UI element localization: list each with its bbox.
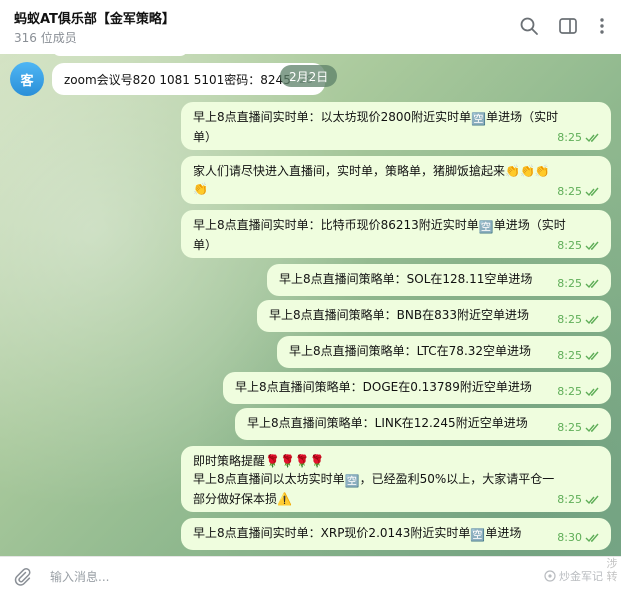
message-text: 早上8点直播间策略单：LINK在12.245附近空单进场: [247, 416, 528, 430]
message-text: 早上8点直播间策略单：LTC在78.32空单进场: [289, 344, 532, 358]
message-text: 早上8点直播间实时单：以太坊现价2800附近实时单: [193, 110, 472, 124]
double-check-icon: [585, 533, 599, 543]
double-check-icon: [585, 241, 599, 251]
emoji: 🈳: [344, 474, 360, 488]
message-bubble[interactable]: 早上8点直播间实时单：以太坊现价2800附近实时单🈳单进场（实时 单） 8:25: [181, 102, 611, 150]
emoji: 🈳: [470, 528, 486, 542]
double-check-icon: [585, 279, 599, 289]
member-count: 316 位成员: [14, 31, 77, 45]
chat-title[interactable]: 蚂蚁AT俱乐部【金军策略】: [14, 8, 175, 27]
double-check-icon: [585, 133, 599, 143]
chat-header[interactable]: 蚂蚁AT俱乐部【金军策略】 316 位成员: [0, 0, 621, 54]
emoji: 🈳: [478, 220, 494, 234]
message-list[interactable]: 客 zoom会议号820 1081 5101密码：8245 28 2月2日 早上…: [0, 54, 621, 556]
message-bubble[interactable]: 家人们请尽快进入直播间，实时单，策略单，猪脚饭搶起来👏👏👏 👏 8:25: [181, 156, 611, 204]
watermark-logo-icon: [544, 570, 556, 582]
watermark: 炒金军记: [544, 568, 603, 584]
message-composer: 输入消息... 炒金军记 涉 转: [0, 556, 621, 593]
double-check-icon: [585, 315, 599, 325]
previous-message-bubble: [52, 54, 188, 56]
message-text: 早上8点直播间策略单：DOGE在0.13789附近空单进场: [235, 380, 532, 394]
message-bubble[interactable]: 早上8点直播间策略单：BNB在833附近空单进场 8:25: [257, 300, 611, 332]
message-bubble[interactable]: 即时策略提醒🌹🌹🌹🌹 早上8点直播间以太坊实时单🈳，已经盈利50%以上，大家请平…: [181, 446, 611, 512]
message-text: 单进场: [485, 526, 522, 540]
message-bubble[interactable]: 早上8点直播间实时单：比特币现价86213附近实时单🈳单进场（实时 单） 8:2…: [181, 210, 611, 258]
search-icon[interactable]: [518, 15, 540, 37]
message-time: 8:25: [557, 385, 582, 398]
paperclip-icon[interactable]: [12, 566, 32, 586]
message-time: 8:30: [557, 531, 582, 544]
message-input[interactable]: 输入消息...: [50, 565, 510, 587]
message-bubble[interactable]: 早上8点直播间实时单：XRP现价2.0143附近实时单🈳单进场 8:30: [181, 518, 611, 550]
more-vertical-icon[interactable]: [591, 15, 613, 37]
message-text: zoom会议号820 1081 5101密码：8245: [64, 72, 291, 87]
message-text: 早上8点直播间实时单：XRP现价2.0143附近实时单: [193, 526, 471, 540]
message-bubble[interactable]: 早上8点直播间策略单：LTC在78.32空单进场 8:25: [277, 336, 611, 368]
message-text: 即时策略提醒🌹🌹🌹🌹 早上8点直播间以太坊实时单: [193, 454, 345, 486]
message-time: 8:25: [557, 131, 582, 144]
sidebar-toggle-icon[interactable]: [557, 15, 579, 37]
message-time: 8:25: [557, 421, 582, 434]
message-bubble[interactable]: 早上8点直播间策略单：LINK在12.245附近空单进场 8:25: [235, 408, 611, 440]
double-check-icon: [585, 387, 599, 397]
message-time: 8:25: [557, 493, 582, 506]
date-separator: 2月2日: [280, 65, 338, 87]
double-check-icon: [585, 187, 599, 197]
double-check-icon: [585, 423, 599, 433]
message-bubble[interactable]: 早上8点直播间策略单：DOGE在0.13789附近空单进场 8:25: [223, 372, 611, 404]
message-time: 8:25: [557, 313, 582, 326]
emoji: 🈳: [471, 112, 487, 126]
side-watermark: 涉 转: [606, 557, 618, 583]
watermark-text: 炒金军记: [559, 570, 603, 583]
message-time: 8:25: [557, 185, 582, 198]
message-text: 家人们请尽快进入直播间，实时单，策略单，猪脚饭搶起来: [193, 164, 506, 178]
message-text: 早上8点直播间策略单：BNB在833附近空单进场: [269, 308, 529, 322]
message-text: 早上8点直播间策略单：SOL在128.11空单进场: [279, 272, 533, 286]
double-check-icon: [585, 495, 599, 505]
message-time: 8:25: [557, 349, 582, 362]
avatar[interactable]: 客: [10, 62, 44, 96]
double-check-icon: [585, 351, 599, 361]
message-text: 早上8点直播间实时单：比特币现价86213附近实时单: [193, 218, 479, 232]
message-bubble[interactable]: 早上8点直播间策略单：SOL在128.11空单进场 8:25: [267, 264, 611, 296]
message-time: 8:25: [557, 277, 582, 290]
message-time: 8:25: [557, 239, 582, 252]
